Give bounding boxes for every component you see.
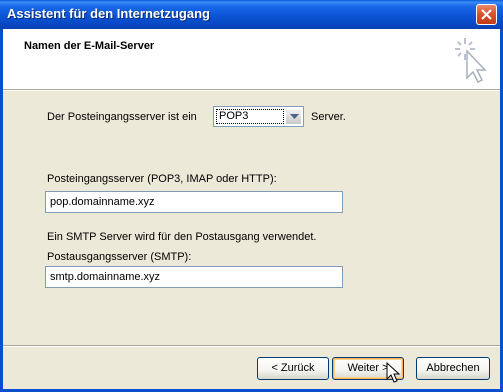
back-button[interactable]: < Zurück [257, 357, 329, 380]
cancel-button[interactable]: Abbrechen [416, 357, 490, 380]
incoming-type-select[interactable]: POP3 [213, 106, 304, 127]
footer-divider-highlight [3, 346, 500, 347]
close-button[interactable] [476, 4, 497, 25]
incoming-type-value: POP3 [216, 109, 284, 124]
wizard-window: Assistent für den Internetzugang Namen d… [0, 0, 503, 392]
outgoing-server-label: Postausgangsserver (SMTP): [47, 251, 192, 263]
smtp-note: Ein SMTP Server wird für den Postausgang… [47, 231, 317, 243]
header-divider-highlight [3, 90, 500, 91]
incoming-server-label: Posteingangsserver (POP3, IMAP oder HTTP… [47, 173, 277, 185]
mouse-cursor-icon [386, 361, 401, 387]
wizard-header: Namen der E-Mail-Server [3, 29, 500, 89]
incoming-type-suffix: Server. [311, 111, 346, 123]
window-title: Assistent für den Internetzugang [7, 6, 210, 21]
incoming-server-input[interactable]: pop.domainname.xyz [45, 191, 343, 213]
title-bar[interactable]: Assistent für den Internetzugang [0, 0, 503, 29]
dropdown-button[interactable] [285, 108, 302, 125]
page-heading: Namen der E-Mail-Server [24, 40, 155, 52]
incoming-type-prefix: Der Posteingangsserver ist ein [47, 111, 197, 123]
outgoing-server-input[interactable]: smtp.domainname.xyz [45, 266, 343, 288]
wizard-wand-icon [451, 34, 491, 87]
